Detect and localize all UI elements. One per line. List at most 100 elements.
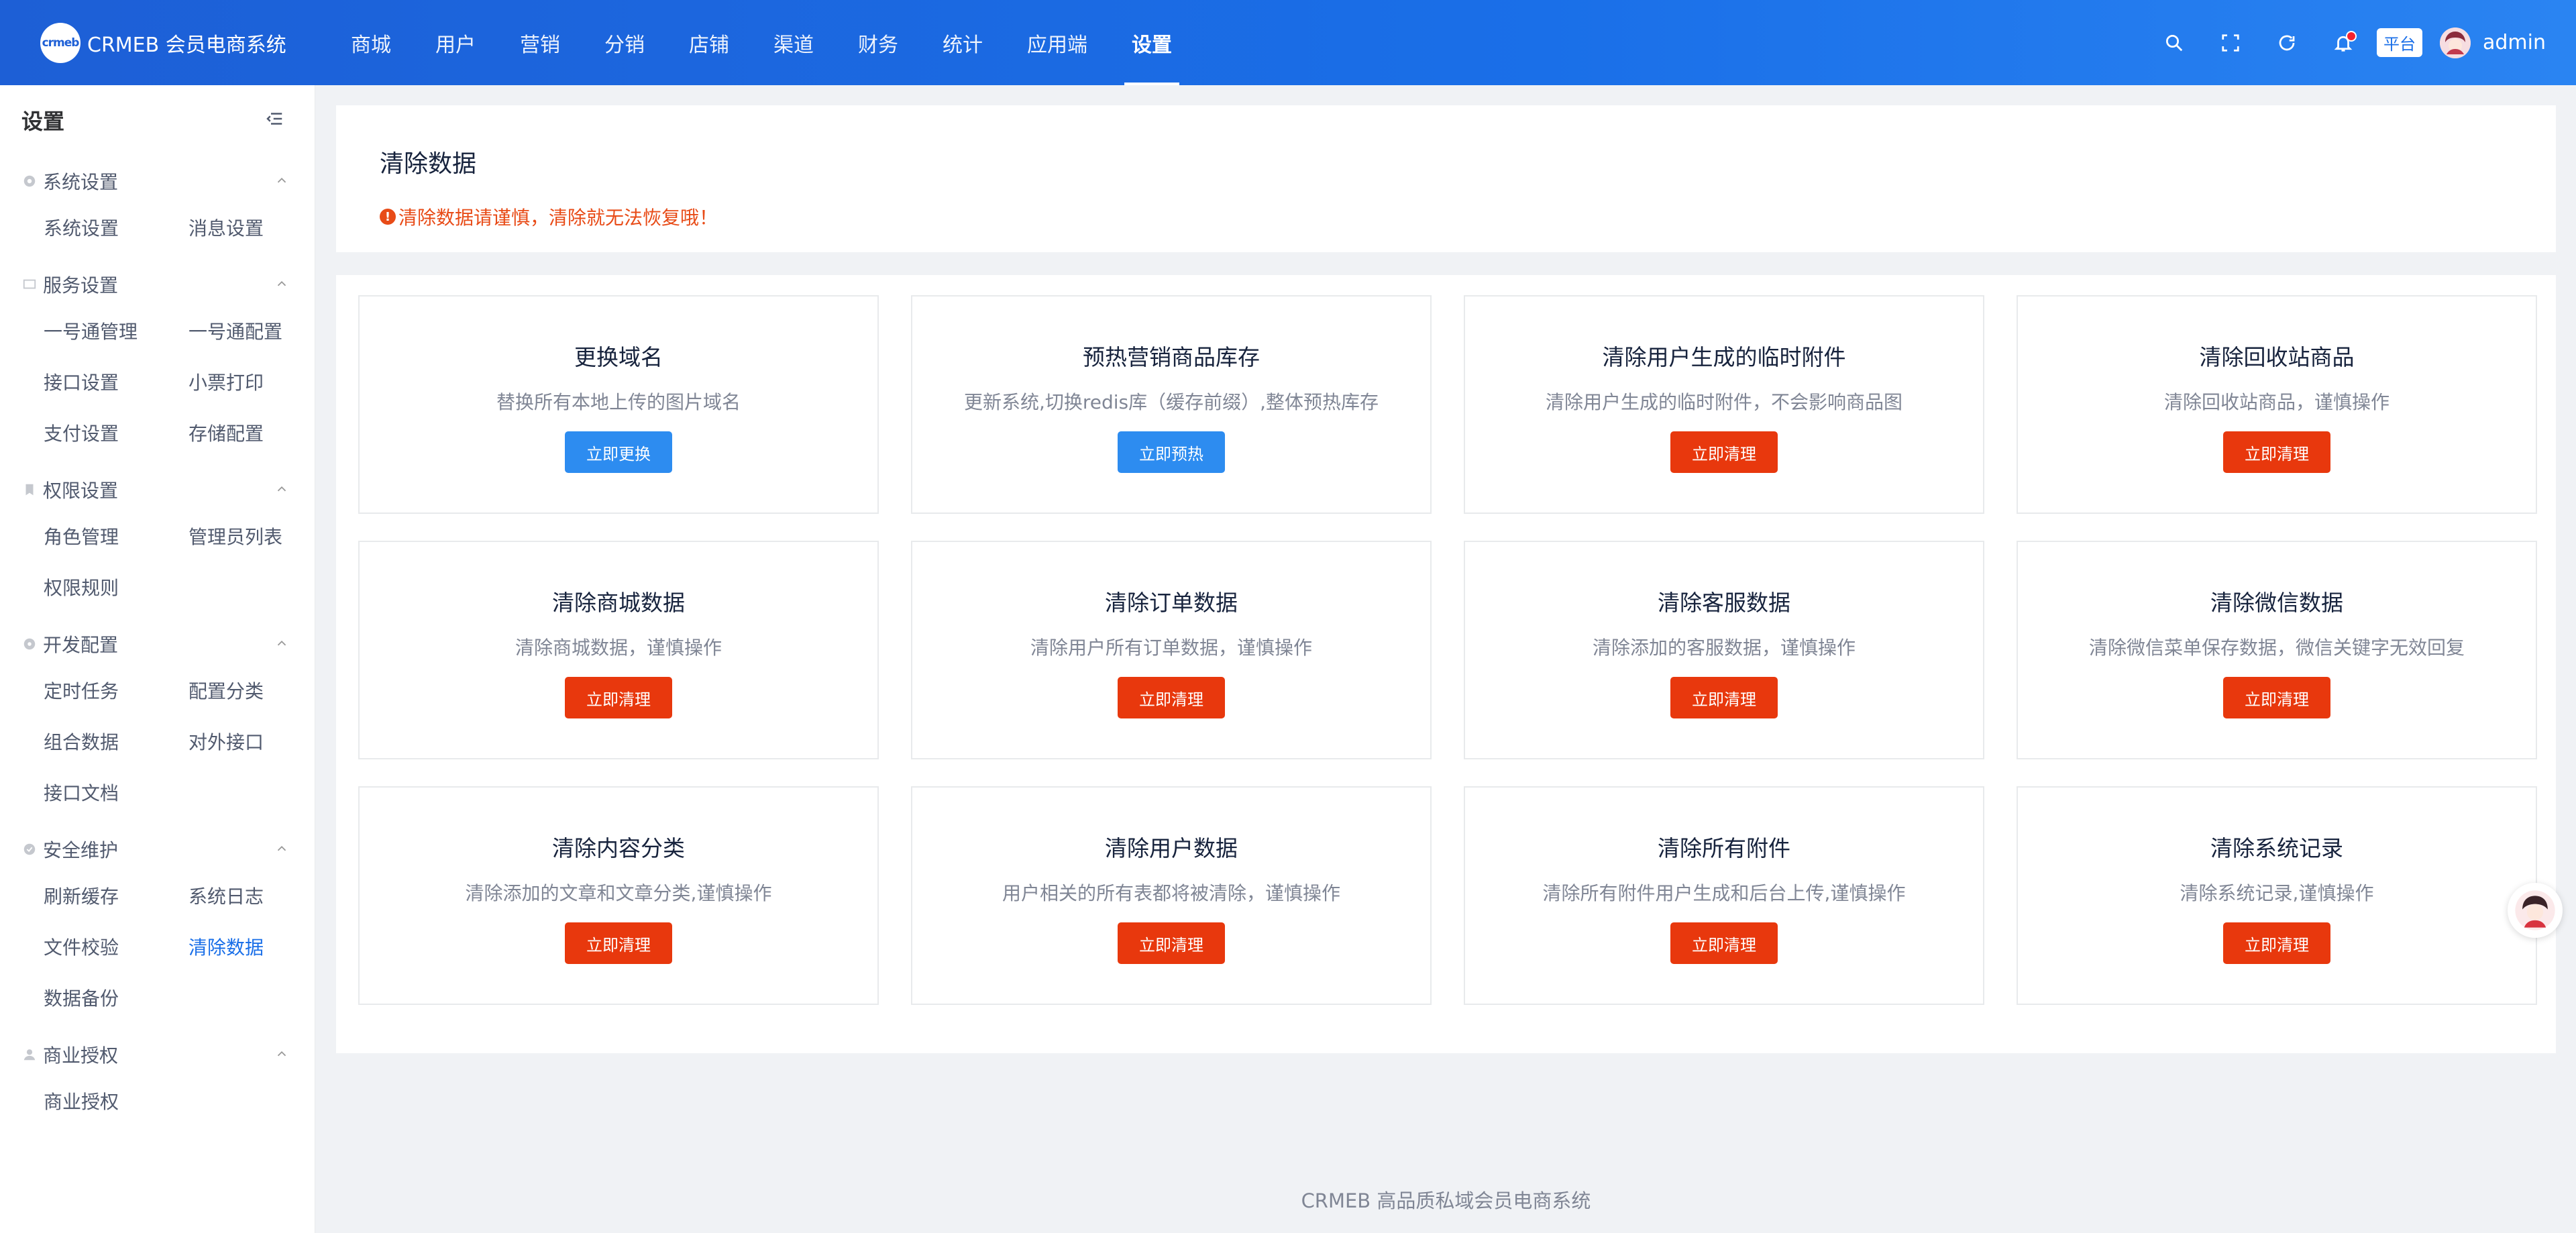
page-title: 清除数据 <box>380 150 477 178</box>
sidebar-item-file-check[interactable]: 文件校验 <box>44 921 189 972</box>
sidebar-title: 设置 <box>21 109 65 134</box>
chevron-up-icon <box>274 170 289 193</box>
sidebar-item-yht-manage[interactable]: 一号通管理 <box>44 305 189 356</box>
gear-icon <box>21 173 38 189</box>
chevron-up-icon <box>274 1044 289 1066</box>
sidebar-item-api-settings[interactable]: 接口设置 <box>44 356 189 407</box>
card-description: 清除用户所有订单数据，谨慎操作 <box>1030 637 1312 659</box>
sidebar-item-data-backup[interactable]: 数据备份 <box>44 972 189 1023</box>
sidebar-group-dev: 开发配置 定时任务 配置分类 组合数据 对外接口 接口文档 <box>0 623 315 823</box>
collapse-menu-icon[interactable] <box>264 109 284 131</box>
avatar[interactable] <box>2440 27 2471 58</box>
nav-item-marketing[interactable]: 营销 <box>498 0 582 85</box>
nav-item-settings[interactable]: 设置 <box>1110 0 1194 85</box>
clear-content-category-button[interactable]: 立即清理 <box>565 922 672 964</box>
sidebar-item-admin-list[interactable]: 管理员列表 <box>189 511 333 561</box>
clear-temp-attachments-button[interactable]: 立即清理 <box>1670 431 1778 473</box>
sidebar-item-system-log[interactable]: 系统日志 <box>189 870 333 921</box>
card-clear-temp-attachments: 清除用户生成的临时附件 清除用户生成的临时附件，不会影响商品图 立即清理 <box>1464 295 1984 514</box>
sidebar-group-head[interactable]: 开发配置 <box>0 623 315 665</box>
card-title: 更换域名 <box>574 344 663 370</box>
sidebar-group-head[interactable]: 服务设置 <box>0 264 315 305</box>
warning-text: 清除数据请谨慎，清除就无法恢复哦！ <box>398 207 718 229</box>
card-title: 清除所有附件 <box>1658 835 1790 861</box>
clear-all-attachments-button[interactable]: 立即清理 <box>1670 922 1778 964</box>
sidebar-group-label: 系统设置 <box>43 171 119 193</box>
sidebar-group-label: 权限设置 <box>43 480 119 502</box>
card-description: 清除回收站商品，谨慎操作 <box>2163 391 2390 413</box>
sidebar-item-payment-settings[interactable]: 支付设置 <box>44 407 189 458</box>
username[interactable]: admin <box>2483 31 2546 54</box>
sidebar-item-role-manage[interactable]: 角色管理 <box>44 511 189 561</box>
warning-message: ! 清除数据请谨慎，清除就无法恢复哦！ <box>380 203 718 230</box>
nav-item-mall[interactable]: 商城 <box>329 0 413 85</box>
card-description: 清除微信菜单保存数据，微信关键字无效回复 <box>2088 637 2465 659</box>
cog-icon <box>21 636 38 652</box>
sidebar-item-config-category[interactable]: 配置分类 <box>189 665 333 716</box>
card-title: 清除回收站商品 <box>2199 344 2355 370</box>
sidebar-item-message-settings[interactable]: 消息设置 <box>189 202 333 253</box>
logo[interactable]: crmeb CRMEB 会员电商系统 <box>40 22 322 63</box>
fullscreen-icon[interactable] <box>2202 23 2259 63</box>
refresh-icon[interactable] <box>2259 23 2315 63</box>
clear-order-data-button[interactable]: 立即清理 <box>1118 677 1225 718</box>
chevron-up-icon <box>274 274 289 296</box>
card-description: 替换所有本地上传的图片域名 <box>496 391 741 413</box>
logo-text: CRMEB 会员电商系统 <box>87 33 286 57</box>
card-clear-recycle-products: 清除回收站商品 清除回收站商品，谨慎操作 立即清理 <box>2017 295 2537 514</box>
sidebar-item-receipt-print[interactable]: 小票打印 <box>189 356 333 407</box>
nav-item-store[interactable]: 店铺 <box>667 0 751 85</box>
clear-mall-data-button[interactable]: 立即清理 <box>565 677 672 718</box>
user-icon <box>21 1047 38 1063</box>
card-clear-content-category: 清除内容分类 清除添加的文章和文章分类,谨慎操作 立即清理 <box>358 786 879 1005</box>
chevron-up-icon <box>274 479 289 501</box>
sidebar-group-security: 安全维护 刷新缓存 系统日志 文件校验 清除数据 数据备份 <box>0 828 315 1028</box>
sidebar-item-external-api[interactable]: 对外接口 <box>189 716 333 767</box>
sidebar-item-clear-data[interactable]: 清除数据 <box>189 921 333 972</box>
replace-domain-button[interactable]: 立即更换 <box>565 431 672 473</box>
card-clear-all-attachments: 清除所有附件 清除所有附件用户生成和后台上传,谨慎操作 立即清理 <box>1464 786 1984 1005</box>
card-description: 清除用户生成的临时附件，不会影响商品图 <box>1545 391 1902 413</box>
sidebar-item-cron-tasks[interactable]: 定时任务 <box>44 665 189 716</box>
sidebar-item-storage-config[interactable]: 存储配置 <box>189 407 333 458</box>
main-content: 清除数据 ! 清除数据请谨慎，清除就无法恢复哦！ 更换域名 替换所有本地上传的图… <box>316 85 2576 1233</box>
clear-recycle-products-button[interactable]: 立即清理 <box>2223 431 2330 473</box>
sidebar-group-label: 安全维护 <box>43 839 119 861</box>
clear-wechat-data-button[interactable]: 立即清理 <box>2223 677 2330 718</box>
bell-icon[interactable] <box>2315 23 2371 63</box>
sidebar-item-license[interactable]: 商业授权 <box>44 1075 189 1126</box>
customer-service-icon <box>2515 890 2555 930</box>
sidebar-item-combined-data[interactable]: 组合数据 <box>44 716 189 767</box>
clear-cs-data-button[interactable]: 立即清理 <box>1670 677 1778 718</box>
nav-item-app[interactable]: 应用端 <box>1005 0 1110 85</box>
sidebar-group-head[interactable]: 商业授权 <box>0 1034 315 1075</box>
sidebar: 设置 系统设置 系统设置 消息设置 服务设置 一号通管理 一号通配置 接口设置 … <box>0 85 315 1233</box>
sidebar-group-head[interactable]: 权限设置 <box>0 469 315 511</box>
nav-item-finance[interactable]: 财务 <box>836 0 920 85</box>
sidebar-item-permission-rules[interactable]: 权限规则 <box>44 561 189 612</box>
sidebar-group-head[interactable]: 安全维护 <box>0 828 315 870</box>
nav-item-user[interactable]: 用户 <box>413 0 498 85</box>
customer-service-avatar-button[interactable] <box>2508 883 2563 938</box>
clear-user-data-button[interactable]: 立即清理 <box>1118 922 1225 964</box>
search-icon[interactable] <box>2146 23 2202 63</box>
preheat-button[interactable]: 立即预热 <box>1118 431 1225 473</box>
clear-system-records-button[interactable]: 立即清理 <box>2223 922 2330 964</box>
sidebar-header: 设置 <box>0 85 315 155</box>
nav-item-statistics[interactable]: 统计 <box>920 0 1005 85</box>
sidebar-item-api-docs[interactable]: 接口文档 <box>44 767 189 818</box>
nav-item-channel[interactable]: 渠道 <box>751 0 836 85</box>
platform-tag[interactable]: 平台 <box>2377 28 2422 57</box>
card-title: 清除用户生成的临时附件 <box>1602 344 1846 370</box>
sidebar-item-refresh-cache[interactable]: 刷新缓存 <box>44 870 189 921</box>
sidebar-item-yht-config[interactable]: 一号通配置 <box>189 305 333 356</box>
card-title: 清除内容分类 <box>552 835 685 861</box>
card-clear-order-data: 清除订单数据 清除用户所有订单数据，谨慎操作 立即清理 <box>911 541 1432 759</box>
card-title: 清除用户数据 <box>1105 835 1238 861</box>
nav-item-distribution[interactable]: 分销 <box>582 0 667 85</box>
card-description: 清除添加的客服数据，谨慎操作 <box>1592 637 1856 659</box>
sidebar-item-system-settings[interactable]: 系统设置 <box>44 202 189 253</box>
card-replace-domain: 更换域名 替换所有本地上传的图片域名 立即更换 <box>358 295 879 514</box>
sidebar-group-head[interactable]: 系统设置 <box>0 160 315 202</box>
sidebar-group-license: 商业授权 商业授权 <box>0 1034 315 1132</box>
